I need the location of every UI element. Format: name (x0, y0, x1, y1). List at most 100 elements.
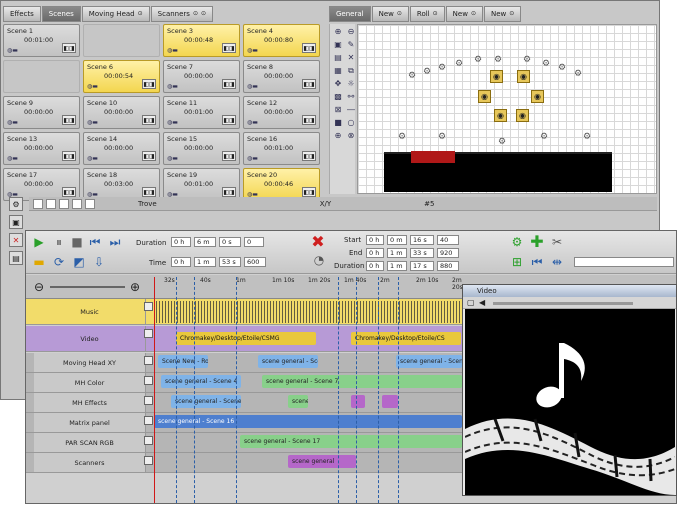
scene-options-icon[interactable]: ◧◨ (62, 151, 76, 161)
layers-icon[interactable]: ▤ (9, 251, 23, 265)
link-icon[interactable]: ⚯ (345, 91, 357, 103)
time-ms[interactable]: 600 (244, 257, 266, 267)
scene-button[interactable]: Scene 4 00:00:80 ◍▬ ◧◨ (243, 24, 320, 57)
fixture-icon[interactable]: ⚙ (494, 55, 502, 65)
tab-scenes[interactable]: Scenes (41, 6, 81, 22)
add-icon[interactable]: ⊕ (332, 130, 344, 142)
tab-moving-head[interactable]: Moving Head ⊙ (81, 6, 150, 22)
tab-new-3[interactable]: New ⊙ (483, 6, 522, 22)
scene-button[interactable]: Scene 6 00:00:54 ◍▬ ◧◨ (83, 60, 160, 93)
timeline-clip[interactable]: scene general - Scene (171, 395, 241, 408)
record-icon[interactable]: ◩ (72, 255, 86, 269)
scene-options-icon[interactable]: ◧◨ (62, 43, 76, 53)
marker-line[interactable] (356, 277, 357, 503)
scanner-icon[interactable]: ◉ (490, 70, 503, 83)
timeline-clip[interactable]: scene general (288, 455, 356, 468)
duration2-hours[interactable]: 0 h (366, 261, 384, 271)
add-icon[interactable]: ⊙ (471, 11, 476, 17)
fixture-icon[interactable]: ▣ (332, 39, 344, 51)
network-icon[interactable]: ⊞ (510, 255, 524, 269)
color-swatch[interactable] (72, 198, 82, 209)
cut-icon[interactable]: ✂ (550, 235, 564, 249)
zoom-out-icon[interactable]: ⊖ (32, 280, 46, 294)
add-icon[interactable]: ⊙ (509, 11, 514, 17)
track-select[interactable] (574, 257, 674, 267)
scene-button[interactable]: Scene 13 00:00:00 ◍▬ ◧◨ (3, 132, 80, 165)
zoom-out-icon[interactable]: ⊖ (345, 26, 357, 38)
split-icon[interactable]: ⇹ (550, 255, 564, 269)
end-minutes[interactable]: 1 m (387, 248, 407, 258)
export-icon[interactable]: ⇩ (92, 255, 106, 269)
start-seconds[interactable]: 16 s (410, 235, 434, 245)
color-swatch[interactable] (59, 198, 69, 209)
timeline-clip[interactable]: Chromakey/Desktop/Etoile/CS (351, 332, 461, 345)
marker-line[interactable] (236, 277, 237, 503)
fixture-icon[interactable]: ⚙ (558, 63, 566, 73)
screen-icon[interactable]: ▣ (9, 215, 23, 229)
time-hours[interactable]: 0 h (171, 257, 191, 267)
color-swatch[interactable] (46, 198, 56, 209)
tab-effects[interactable]: Effects (3, 6, 41, 22)
timeline-clip[interactable]: scene general - Scene 7 (262, 375, 462, 388)
chevron-down-icon[interactable]: ⊙ (138, 11, 143, 17)
add-icon[interactable]: ✚ (530, 234, 544, 250)
par-icon[interactable]: ⚙ (438, 132, 446, 142)
timeline-clip[interactable]: Scene New - Roll (158, 355, 208, 368)
time-seconds[interactable]: 53 s (219, 257, 241, 267)
scene-button[interactable] (3, 60, 80, 93)
end-seconds[interactable]: 33 s (410, 248, 434, 258)
zoom-in-icon[interactable]: ⊕ (128, 280, 142, 294)
scene-button[interactable]: Scene 14 00:00:00 ◍▬ ◧◨ (83, 132, 160, 165)
marker-line[interactable] (378, 277, 379, 503)
duration2-minutes[interactable]: 1 m (387, 261, 407, 271)
end-hours[interactable]: 0 h (366, 248, 384, 258)
scanner-icon[interactable]: ◉ (517, 70, 530, 83)
skip-forward-icon[interactable]: ⏭ (108, 235, 122, 249)
timeline-clip[interactable] (382, 395, 398, 408)
timeline-clip[interactable]: Chromakey/Desktop/Etoile/CSMG (176, 332, 316, 345)
duration2-seconds[interactable]: 17 s (410, 261, 434, 271)
scene-options-icon[interactable]: ◧◨ (222, 151, 236, 161)
color-swatch[interactable] (85, 198, 95, 209)
scene-options-icon[interactable]: ◧◨ (302, 43, 316, 53)
folder-icon[interactable]: ▬ (32, 255, 46, 269)
tab-new-1[interactable]: New ⊙ (371, 6, 409, 22)
scene-options-icon[interactable]: ◧◨ (62, 187, 76, 197)
start-minutes[interactable]: 0 m (387, 235, 407, 245)
fixture-icon[interactable]: ⚙ (408, 71, 416, 81)
line-icon[interactable]: ― (345, 104, 357, 116)
mute-icon[interactable]: ◀ (479, 298, 485, 307)
start-hours[interactable]: 0 h (366, 235, 384, 245)
tab-general[interactable]: General (329, 6, 371, 22)
par-icon[interactable]: ⚙ (583, 132, 591, 142)
duration-hours[interactable]: 0 h (171, 237, 191, 247)
scene-button[interactable]: Scene 7 00:00:00 ◍▬ ◧◨ (163, 60, 240, 93)
close-icon[interactable]: ✖ (311, 234, 325, 250)
scene-options-icon[interactable]: ◧◨ (302, 151, 316, 161)
grid-icon[interactable]: ▦ (332, 65, 344, 77)
stop-icon[interactable]: ■ (70, 235, 84, 249)
scene-options-icon[interactable]: ◧◨ (222, 115, 236, 125)
fixture-icon[interactable]: ⚙ (542, 59, 550, 69)
start-ms[interactable]: 40 (437, 235, 459, 245)
scene-options-icon[interactable]: ◧◨ (302, 79, 316, 89)
scene-button[interactable]: Scene 3 00:00:48 ◍▬ ◧◨ (163, 24, 240, 57)
duration-minutes[interactable]: 6 m (194, 237, 216, 247)
skip-back-icon[interactable]: ⏮ (88, 235, 102, 249)
layers-icon[interactable]: ▤ (332, 52, 344, 64)
chevron-down-icon[interactable]: ⊙ (193, 11, 198, 17)
track-toggle[interactable] (144, 416, 153, 425)
duration-seconds[interactable]: 0 s (219, 237, 241, 247)
par-icon[interactable]: ⚙ (398, 132, 406, 142)
scene-options-icon[interactable]: ◧◨ (142, 151, 156, 161)
track-toggle[interactable] (144, 376, 153, 385)
timeline-clip[interactable]: scene general - Scene 4 (161, 375, 241, 388)
timeline-clip[interactable]: scene general - Scene 17 (240, 435, 462, 448)
duration-ms[interactable]: 0 (244, 237, 264, 247)
time-minutes[interactable]: 1 m (194, 257, 216, 267)
move-icon[interactable]: ✥ (332, 78, 344, 90)
scene-button[interactable]: Scene 15 00:00:00 ◍▬ ◧◨ (163, 132, 240, 165)
track-toggle[interactable] (144, 456, 153, 465)
tab-roll[interactable]: Roll ⊙ (409, 6, 445, 22)
timeline-clip[interactable]: scene general - Scene 4 (258, 355, 318, 368)
